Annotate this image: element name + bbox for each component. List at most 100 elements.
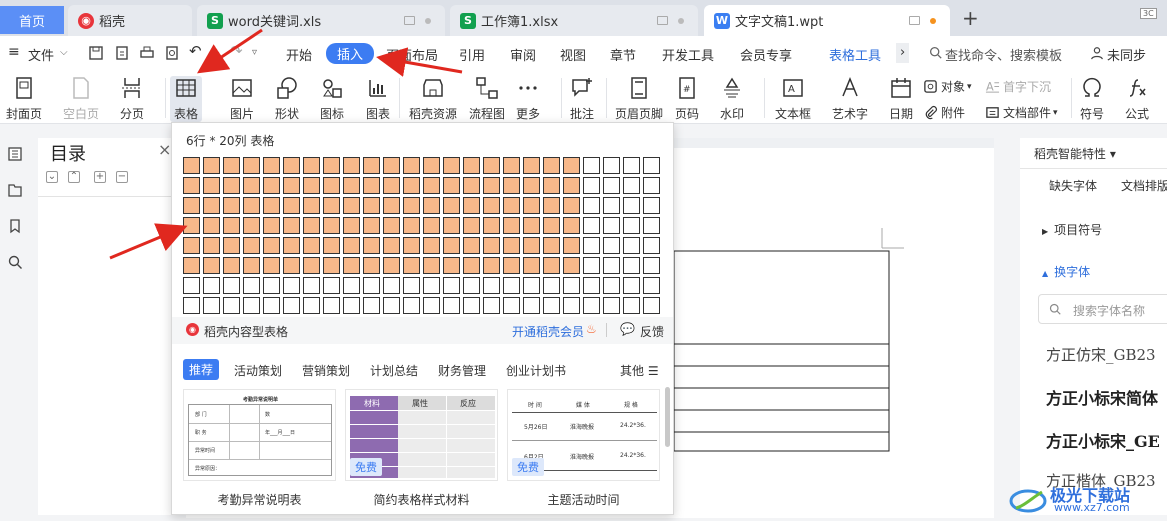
grid-cell[interactable] — [223, 217, 240, 234]
grid-cell[interactable] — [183, 197, 200, 214]
grid-cell[interactable] — [483, 217, 500, 234]
feedback-link[interactable]: 反馈 — [640, 323, 664, 340]
grid-cell[interactable] — [403, 237, 420, 254]
grid-cell[interactable] — [583, 197, 600, 214]
grid-cell[interactable] — [623, 277, 640, 294]
grid-cell[interactable] — [223, 297, 240, 314]
grid-cell[interactable] — [603, 197, 620, 214]
cover-page-button[interactable]: 封面页 — [6, 76, 42, 122]
grid-cell[interactable] — [623, 177, 640, 194]
grid-cell[interactable] — [523, 277, 540, 294]
grid-cell[interactable] — [443, 257, 460, 274]
grid-cell[interactable] — [523, 197, 540, 214]
daoke-table-label[interactable]: 稻壳内容型表格 — [204, 323, 288, 340]
toc-remove-icon[interactable]: − — [116, 171, 128, 183]
menu-chapter[interactable]: 章节 — [610, 45, 636, 64]
grid-cell[interactable] — [263, 217, 280, 234]
grid-cell[interactable] — [483, 297, 500, 314]
grid-cell[interactable] — [283, 197, 300, 214]
grid-cell[interactable] — [623, 237, 640, 254]
navigation-icon[interactable] — [7, 182, 23, 198]
grid-cell[interactable] — [303, 257, 320, 274]
smart-feature-title[interactable]: 稻壳智能特性 ▾ — [1034, 145, 1116, 162]
grid-cell[interactable] — [523, 297, 540, 314]
grid-cell[interactable] — [423, 237, 440, 254]
grid-cell[interactable] — [603, 257, 620, 274]
grid-cell[interactable] — [623, 157, 640, 174]
category-finance[interactable]: 财务管理 — [438, 362, 486, 379]
popup-scrollbar[interactable] — [665, 387, 670, 447]
grid-cell[interactable] — [303, 197, 320, 214]
grid-cell[interactable] — [543, 177, 560, 194]
font-item[interactable]: 方正小标宋_GE — [1046, 428, 1160, 452]
grid-cell[interactable] — [223, 257, 240, 274]
grid-cell[interactable] — [443, 297, 460, 314]
grid-cell[interactable] — [483, 157, 500, 174]
missing-font-tab[interactable]: 缺失字体 — [1049, 177, 1097, 194]
toc-collapse-icon[interactable]: ⌄ — [46, 171, 58, 183]
grid-cell[interactable] — [503, 237, 520, 254]
grid-cell[interactable] — [403, 197, 420, 214]
grid-cell[interactable] — [503, 257, 520, 274]
grid-cell[interactable] — [323, 257, 340, 274]
sync-status[interactable]: 未同步 — [1107, 45, 1146, 64]
grid-cell[interactable] — [343, 257, 360, 274]
grid-cell[interactable] — [583, 157, 600, 174]
grid-cell[interactable] — [543, 157, 560, 174]
formula-button[interactable]: 公式 — [1125, 76, 1149, 122]
grid-cell[interactable] — [583, 257, 600, 274]
menu-reference[interactable]: 引用 — [459, 45, 485, 64]
grid-cell[interactable] — [243, 277, 260, 294]
grid-cell[interactable] — [283, 257, 300, 274]
grid-cell[interactable] — [323, 237, 340, 254]
menu-member[interactable]: 会员专享 — [740, 45, 792, 64]
redo-icon[interactable]: ↷ — [230, 42, 243, 60]
comment-button[interactable]: 批注 — [570, 76, 594, 122]
grid-cell[interactable] — [203, 157, 220, 174]
grid-cell[interactable] — [563, 217, 580, 234]
font-item[interactable]: 方正小标宋简体 — [1046, 385, 1158, 409]
grid-cell[interactable] — [423, 217, 440, 234]
grid-cell[interactable] — [603, 297, 620, 314]
grid-cell[interactable] — [363, 277, 380, 294]
grid-cell[interactable] — [403, 277, 420, 294]
grid-cell[interactable] — [363, 217, 380, 234]
outline-icon[interactable] — [7, 146, 23, 162]
date-button[interactable]: 日期 — [889, 76, 913, 122]
grid-cell[interactable] — [523, 237, 540, 254]
drop-cap-button[interactable]: A 首字下沉 — [985, 78, 1051, 95]
grid-cell[interactable] — [543, 197, 560, 214]
grid-cell[interactable] — [603, 157, 620, 174]
watermark-button[interactable]: 水印 — [720, 76, 744, 122]
grid-cell[interactable] — [243, 177, 260, 194]
grid-cell[interactable] — [483, 237, 500, 254]
grid-cell[interactable] — [643, 237, 660, 254]
grid-cell[interactable] — [543, 277, 560, 294]
grid-cell[interactable] — [303, 177, 320, 194]
grid-cell[interactable] — [183, 277, 200, 294]
grid-cell[interactable] — [303, 217, 320, 234]
category-startup[interactable]: 创业计划书 — [506, 362, 566, 379]
grid-cell[interactable] — [463, 237, 480, 254]
grid-cell[interactable] — [503, 277, 520, 294]
grid-cell[interactable] — [223, 237, 240, 254]
grid-cell[interactable] — [483, 177, 500, 194]
grid-cell[interactable] — [383, 257, 400, 274]
grid-cell[interactable] — [223, 277, 240, 294]
find-icon[interactable] — [7, 254, 23, 270]
grid-cell[interactable] — [363, 297, 380, 314]
template-card-label[interactable]: 简约表格样式材料 — [345, 491, 498, 508]
grid-cell[interactable] — [423, 277, 440, 294]
grid-cell[interactable] — [383, 197, 400, 214]
blank-page-button[interactable]: 空白页 — [63, 76, 99, 122]
grid-cell[interactable] — [463, 197, 480, 214]
grid-cell[interactable] — [383, 237, 400, 254]
grid-cell[interactable] — [483, 197, 500, 214]
grid-cell[interactable] — [603, 177, 620, 194]
grid-cell[interactable] — [543, 297, 560, 314]
grid-cell[interactable] — [283, 297, 300, 314]
grid-cell[interactable] — [523, 177, 540, 194]
category-marketing[interactable]: 营销策划 — [302, 362, 350, 379]
grid-cell[interactable] — [603, 237, 620, 254]
menu-review[interactable]: 审阅 — [510, 45, 536, 64]
